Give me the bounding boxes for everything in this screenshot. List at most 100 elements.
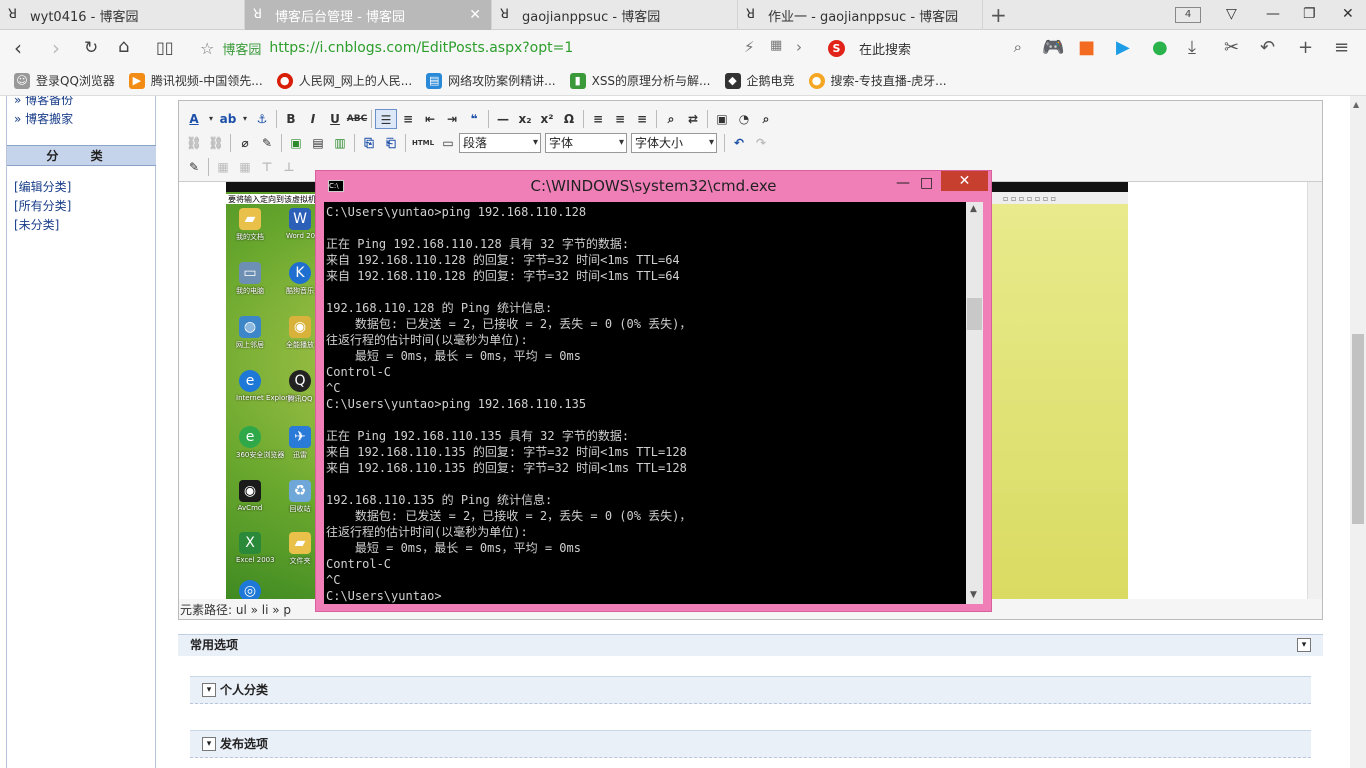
flash-icon[interactable]: ⚡	[744, 38, 755, 56]
unlink-icon[interactable]: ⛓	[205, 133, 227, 153]
collapse-icon[interactable]: ▾	[202, 683, 216, 697]
sidebar-link-uncategorized[interactable]: [未分类]	[14, 216, 59, 233]
scrollbar-thumb[interactable]	[1352, 334, 1364, 524]
underline-icon[interactable]: U	[324, 109, 346, 129]
format-select[interactable]: 段落	[459, 133, 541, 153]
search-box[interactable]: S 在此搜索 ⌕	[828, 36, 1024, 60]
console-scrollbar[interactable]: ▲ ▼	[966, 202, 983, 604]
strikethrough-icon[interactable]: ABC	[346, 109, 368, 129]
date-icon[interactable]: ▣	[711, 109, 733, 129]
bookmark-network-attack[interactable]: ▤ 网络攻防案例精讲...	[426, 72, 556, 89]
html-source-button[interactable]: HTML	[409, 133, 437, 153]
font-color-icon[interactable]: A	[183, 109, 205, 129]
dropdown-icon[interactable]: ▾	[205, 109, 217, 129]
publish-options-section[interactable]: ▾ 发布选项	[190, 730, 1311, 758]
align-right-icon[interactable]: ≡	[631, 109, 653, 129]
scissors-icon[interactable]: ✂	[1224, 37, 1239, 58]
bullet-list-icon[interactable]: ☰	[375, 109, 397, 129]
play-icon[interactable]: ▶	[1116, 37, 1130, 58]
sidebar-link-all-categories[interactable]: [所有分类]	[14, 197, 71, 214]
bookmark-qq-login[interactable]: ☺ 登录QQ浏览器	[14, 72, 115, 89]
edit-icon[interactable]: ✎	[183, 157, 205, 177]
download-icon[interactable]: ⤓	[1188, 37, 1196, 58]
horizontal-rule-icon[interactable]: —	[492, 109, 514, 129]
wechat-icon[interactable]: ●	[1152, 37, 1168, 58]
collapse-icon[interactable]: ▾	[1297, 638, 1311, 652]
align-left-icon[interactable]: ≡	[587, 109, 609, 129]
bookmark-huya[interactable]: ● 搜索-专技直播-虎牙...	[808, 72, 947, 89]
redo-icon[interactable]: ↷	[750, 133, 772, 153]
tab-gaojianppsuc[interactable]: ꓤ gaojianppsuc - 博客园	[492, 0, 738, 30]
italic-icon[interactable]: I	[302, 109, 324, 129]
superscript-icon[interactable]: x²	[536, 109, 558, 129]
scrollbar-thumb[interactable]	[967, 298, 982, 330]
game-icon[interactable]: 🎮	[1042, 37, 1064, 58]
font-size-select[interactable]: 字体大小	[631, 133, 717, 153]
table-icon[interactable]: ▦	[212, 157, 234, 177]
time-icon[interactable]: ◔	[733, 109, 755, 129]
cmd-maximize-icon[interactable]: □	[920, 175, 933, 191]
bookmark-esports[interactable]: ◆ 企鹅电竞	[724, 72, 795, 89]
video-icon[interactable]: ■	[1078, 37, 1095, 58]
sogou-search-icon[interactable]: S	[828, 39, 845, 57]
personal-category-section[interactable]: ▾ 个人分类	[190, 676, 1311, 704]
back-icon[interactable]: ‹	[14, 36, 22, 60]
special-char-icon[interactable]: Ω	[558, 109, 580, 129]
search-icon[interactable]: ⌕	[1014, 38, 1022, 56]
find-icon[interactable]: ⌕	[660, 109, 682, 129]
anchor-icon[interactable]: ⚓	[251, 109, 273, 129]
link-icon[interactable]: ⛓	[183, 133, 205, 153]
bold-icon[interactable]: B	[280, 109, 302, 129]
forward-icon[interactable]: ›	[52, 36, 60, 60]
upload-image-icon[interactable]: ▤	[307, 133, 329, 153]
tab-homework[interactable]: ꓤ 作业一 - gaojianppsuc - 博客园	[738, 0, 983, 30]
reader-icon[interactable]: ▯▯	[156, 38, 174, 57]
url-text[interactable]: https://i.cnblogs.com/EditPosts.aspx?opt…	[269, 40, 573, 56]
new-tab-icon[interactable]: +	[990, 3, 1007, 27]
bookmark-star-icon[interactable]: ☆	[200, 39, 214, 58]
font-select[interactable]: 字体	[545, 133, 627, 153]
fullscreen-icon[interactable]: ▭	[437, 133, 459, 153]
cmd-titlebar[interactable]: C:\ C:\WINDOWS\system32\cmd.exe — □ ✕	[316, 171, 991, 201]
chevron-right-icon[interactable]: ›	[796, 38, 802, 56]
undo-icon[interactable]: ↶	[1260, 37, 1275, 58]
close-window-icon[interactable]: ✕	[1342, 6, 1354, 22]
page-scrollbar[interactable]: ▲	[1350, 96, 1366, 768]
replace-icon[interactable]: ⇄	[682, 109, 704, 129]
scroll-down-icon[interactable]: ▼	[970, 590, 977, 600]
paste-text-icon[interactable]: ⎗	[380, 133, 402, 153]
cmd-close-icon[interactable]: ✕	[941, 171, 988, 191]
remove-format-icon[interactable]: ⌀	[234, 133, 256, 153]
outdent-icon[interactable]: ⇤	[419, 109, 441, 129]
table-props-icon[interactable]: ▦	[234, 157, 256, 177]
search-input[interactable]: 在此搜索	[859, 39, 911, 58]
collapse-icon[interactable]: ▾	[202, 737, 216, 751]
sidebar-link-backup[interactable]: » 博客备份	[14, 96, 73, 108]
align-center-icon[interactable]: ≡	[609, 109, 631, 129]
tab-count-badge[interactable]: 4	[1175, 7, 1201, 23]
sidebar-link-edit-category[interactable]: [编辑分类]	[14, 178, 71, 195]
insert-image-icon[interactable]: ▣	[285, 133, 307, 153]
highlight-icon[interactable]: ab	[217, 109, 239, 129]
refresh-icon[interactable]: ↻	[84, 38, 98, 58]
restore-icon[interactable]: ❐	[1303, 6, 1316, 22]
console-output[interactable]: C:\Users\yuntao>ping 192.168.110.128 正在 P…	[324, 202, 966, 604]
numbered-list-icon[interactable]: ≡	[397, 109, 419, 129]
cmd-window[interactable]: C:\ C:\WINDOWS\system32\cmd.exe — □ ✕ C:…	[315, 170, 992, 612]
dropdown-icon[interactable]: ▾	[239, 109, 251, 129]
undo-icon[interactable]: ↶	[728, 133, 750, 153]
indent-icon[interactable]: ⇥	[441, 109, 463, 129]
add-icon[interactable]: +	[1298, 37, 1313, 58]
row-before-icon[interactable]: ⊤	[256, 157, 278, 177]
pin-icon[interactable]: ▽	[1226, 6, 1237, 22]
common-options-header[interactable]: 常用选项 ▾	[178, 634, 1323, 656]
home-icon[interactable]: ⌂	[118, 36, 129, 57]
sidebar-link-move[interactable]: » 博客搬家	[14, 110, 73, 127]
editor-scrollbar[interactable]	[1307, 182, 1322, 599]
cmd-minimize-icon[interactable]: —	[896, 175, 910, 191]
menu-icon[interactable]: ≡	[1334, 37, 1349, 58]
scroll-up-icon[interactable]: ▲	[970, 204, 977, 214]
preview-icon[interactable]: ⌕	[755, 109, 777, 129]
url-box[interactable]: ☆ 博客园 https://i.cnblogs.com/EditPosts.as…	[200, 35, 820, 61]
blockquote-icon[interactable]: ❝	[463, 109, 485, 129]
